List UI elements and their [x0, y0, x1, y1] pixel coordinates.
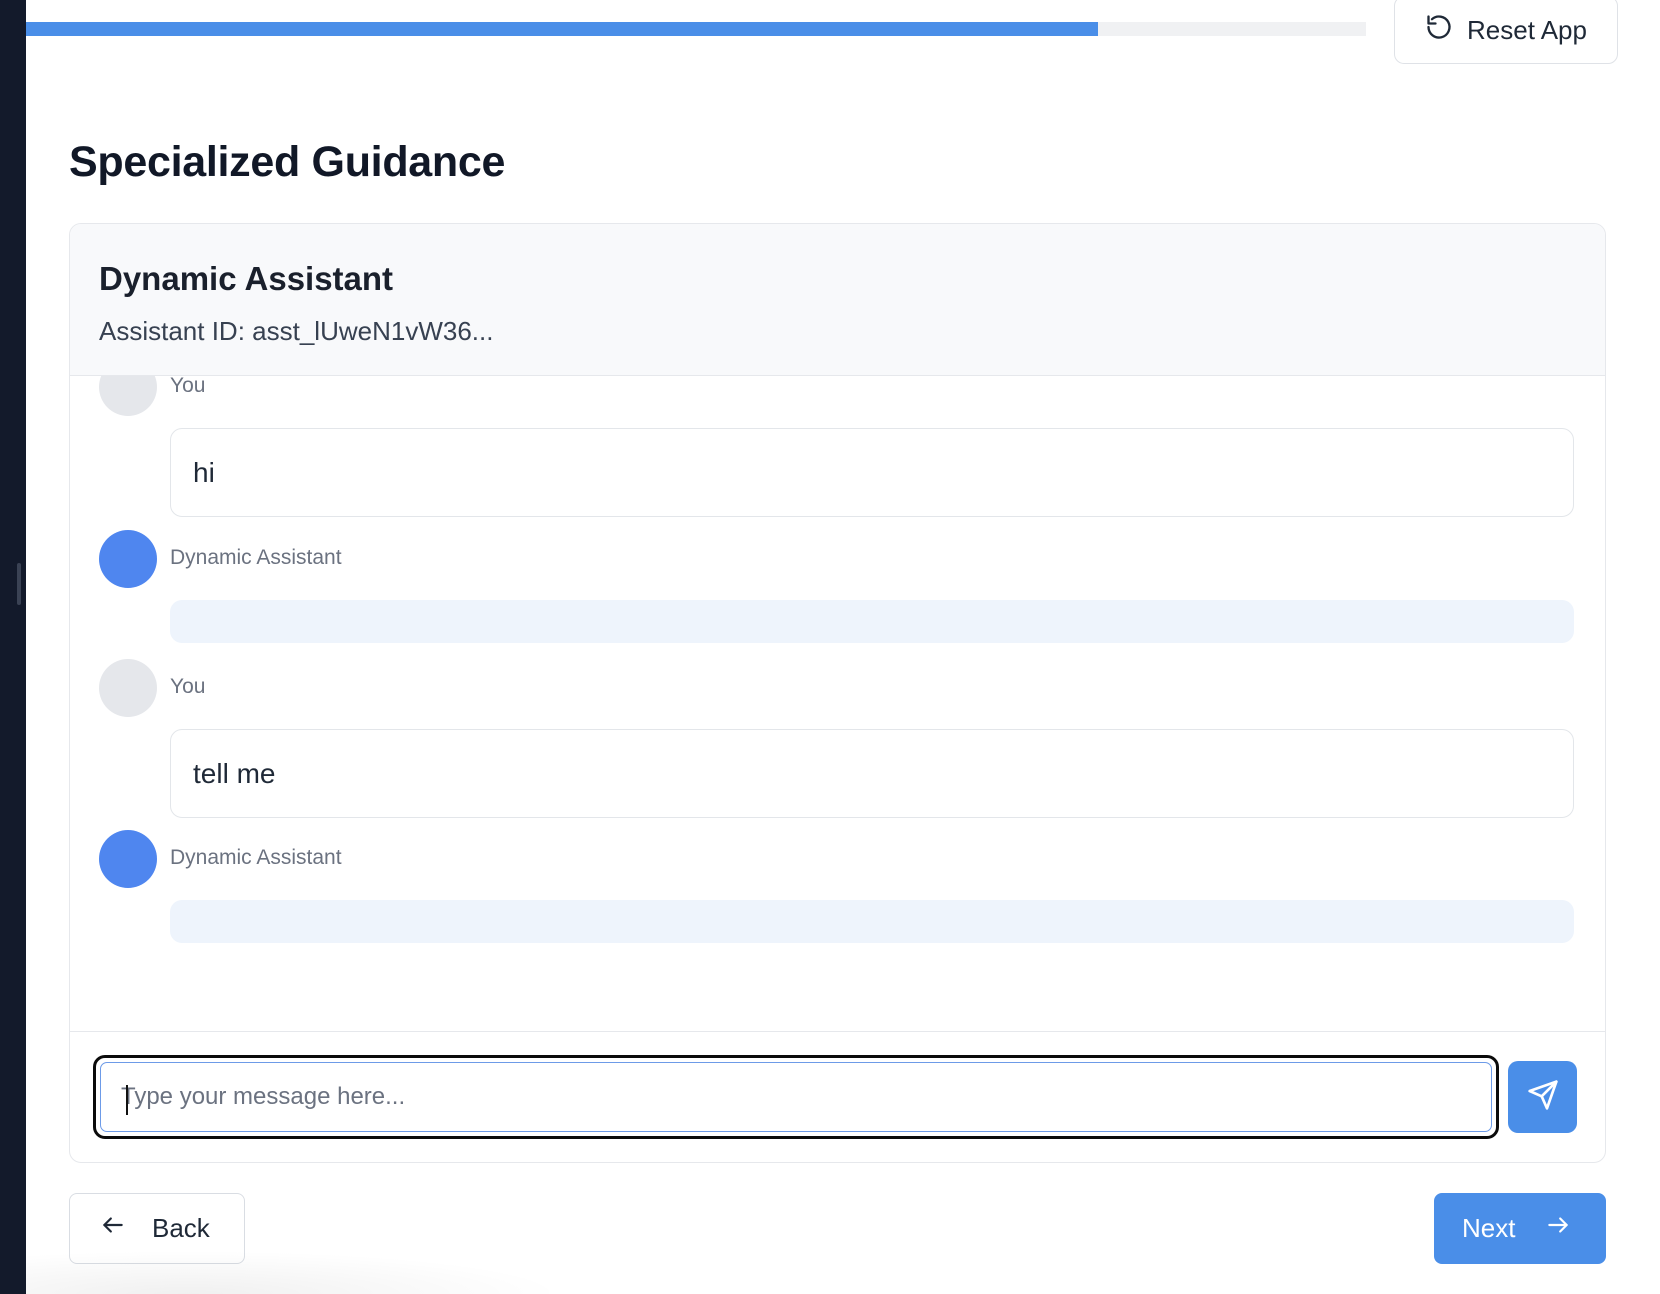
message-sender: You [170, 675, 206, 698]
send-icon [1527, 1079, 1559, 1116]
assistant-avatar [99, 830, 157, 888]
progress-bar [26, 22, 1366, 36]
bottom-shadow [26, 1250, 566, 1294]
arrow-right-icon [1545, 1212, 1571, 1245]
reset-icon [1425, 13, 1453, 48]
assistant-name: Dynamic Assistant [99, 260, 394, 297]
progress-fill [26, 22, 1098, 36]
text-caret [126, 1085, 128, 1115]
user-avatar [99, 376, 157, 416]
next-button[interactable]: Next [1434, 1193, 1606, 1264]
page: Reset App Specialized Guidance Dynamic A… [26, 0, 1660, 1294]
chat-card: Dynamic Assistant Assistant ID: asst_lUw… [69, 223, 1606, 1163]
page-title: Specialized Guidance [69, 138, 506, 186]
message-list[interactable]: You hi Dynamic Assistant You tell me Dyn… [70, 376, 1605, 1031]
message-bubble [170, 900, 1574, 943]
message-bubble [170, 600, 1574, 643]
message-bubble: tell me [170, 729, 1574, 818]
user-avatar [99, 659, 157, 717]
send-button[interactable] [1508, 1061, 1577, 1133]
message-input-focus-ring [93, 1055, 1499, 1139]
resize-handle[interactable] [17, 563, 21, 605]
message-sender: Dynamic Assistant [170, 846, 342, 869]
back-label: Back [152, 1213, 210, 1243]
chat-card-header: Dynamic Assistant Assistant ID: asst_lUw… [70, 224, 1605, 376]
arrow-left-icon [100, 1212, 126, 1245]
left-window-edge [0, 0, 26, 1294]
next-label: Next [1462, 1213, 1516, 1243]
composer [70, 1031, 1605, 1162]
message-sender: You [170, 376, 206, 397]
message-bubble: hi [170, 428, 1574, 517]
assistant-avatar [99, 530, 157, 588]
reset-app-label: Reset App [1467, 14, 1587, 45]
reset-app-button[interactable]: Reset App [1394, 0, 1618, 64]
assistant-id: Assistant ID: asst_lUweN1vW36... [99, 316, 494, 346]
message-sender: Dynamic Assistant [170, 546, 342, 569]
message-input[interactable] [100, 1062, 1492, 1132]
